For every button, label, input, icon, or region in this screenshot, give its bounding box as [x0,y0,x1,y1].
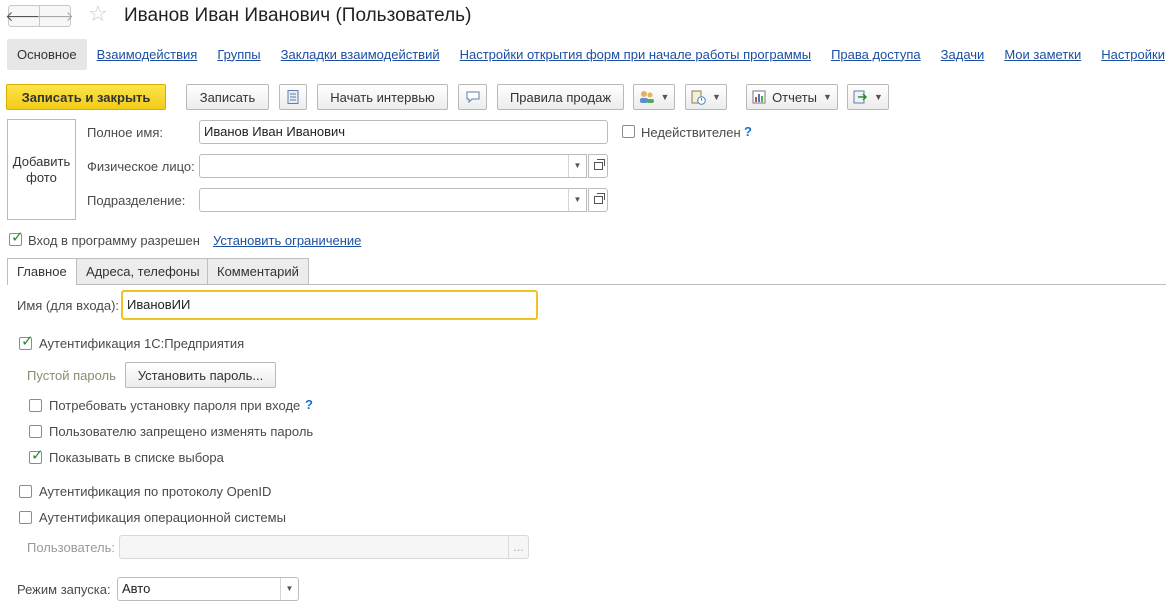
set-restriction-link[interactable]: Установить ограничение [213,233,361,248]
chevron-down-icon: ▼ [874,92,883,102]
set-password-button[interactable]: Установить пароль... [125,362,276,388]
users-icon [639,91,654,103]
department-field[interactable]: ▼ [199,188,587,212]
document-clock-icon [691,90,706,105]
users-menu-button[interactable]: ▼ [633,84,675,110]
launch-mode-select[interactable]: Авто ▼ [117,577,299,601]
open-window-icon [593,159,605,170]
print-menu-button[interactable]: ▼ [685,84,727,110]
chevron-down-icon: ▼ [712,92,721,102]
invalid-label: Недействителен [641,125,741,140]
os-user-field[interactable] [119,535,509,559]
empty-password-label: Пустой пароль [27,368,116,383]
require-password-checkbox[interactable] [29,399,42,412]
save-button[interactable]: Записать [186,84,269,110]
section-access-rights[interactable]: Права доступа [831,47,921,62]
section-form-settings[interactable]: Настройки открытия форм при начале работ… [460,47,811,62]
report-chart-icon [752,90,766,104]
reports-label: Отчеты [772,89,817,105]
arrow-right-icon: 🡒 [36,7,74,24]
section-groups[interactable]: Группы [217,47,260,62]
star-icon[interactable]: ☆ [88,3,108,25]
os-auth-label: Аутентификация операционной системы [39,510,286,525]
forbid-change-password-checkbox[interactable] [29,425,42,438]
sales-rules-button[interactable]: Правила продаж [497,84,624,110]
add-photo-button[interactable]: Добавить фото [7,119,76,220]
open-department-button[interactable] [588,188,608,212]
back-button[interactable]: 🡐 [5,5,43,27]
add-photo-label-line1: Добавить [12,153,71,169]
invalid-checkbox[interactable] [622,125,635,138]
chevron-down-icon[interactable]: ▼ [280,578,298,600]
tab-comment[interactable]: Комментарий [207,258,309,284]
openid-checkbox[interactable] [19,485,32,498]
auth-1c-checkbox[interactable]: ✓ [19,333,34,350]
checkmark-icon: ✓ [21,333,34,350]
help-icon[interactable]: ? [305,397,313,412]
section-bar: Основное Взаимодействия Группы Закладки … [7,38,1166,70]
login-name-field[interactable]: ИвановИИ [121,290,538,320]
section-notes[interactable]: Мои заметки [1004,47,1081,62]
more-actions-button[interactable]: ▼ [847,84,889,110]
tab-main[interactable]: Главное [7,258,77,285]
show-in-list-label: Показывать в списке выбора [49,450,224,465]
page-title: Иванов Иван Иванович (Пользователь) [124,5,472,26]
save-and-close-button[interactable]: Записать и закрыть [6,84,166,110]
launch-mode-label: Режим запуска: [17,582,111,597]
require-password-label: Потребовать установку пароля при входе [49,398,301,413]
section-interactions[interactable]: Взаимодействия [97,47,198,62]
os-auth-checkbox[interactable] [19,511,32,524]
open-window-icon [593,193,605,204]
full-name-field[interactable]: Иванов Иван Иванович [199,120,608,144]
forward-button[interactable]: 🡒 [36,5,74,27]
os-user-select-button[interactable]: ... [508,535,529,559]
section-main[interactable]: Основное [7,38,87,70]
checkmark-icon: ✓ [11,229,24,246]
chevron-down-icon[interactable]: ▼ [568,155,586,177]
export-icon [853,90,868,104]
forbid-change-password-label: Пользователю запрещено изменять пароль [49,424,314,439]
login-allowed-checkbox[interactable]: ✓ [9,229,24,246]
checkmark-icon: ✓ [31,447,44,464]
launch-mode-value: Авто [122,581,151,596]
individual-field[interactable]: ▼ [199,154,587,178]
tab-divider [7,284,1166,285]
speech-bubble-icon [466,91,479,103]
comment-button[interactable] [458,84,487,110]
start-interview-button[interactable]: Начать интервью [317,84,448,110]
chevron-down-icon[interactable]: ▼ [568,189,586,211]
auth-1c-label: Аутентификация 1С:Предприятия [39,336,245,351]
chevron-down-icon: ▼ [823,92,832,102]
open-individual-button[interactable] [588,154,608,178]
login-allowed-label: Вход в программу разрешен [28,233,200,248]
show-in-list-checkbox[interactable]: ✓ [29,447,44,464]
reports-menu-button[interactable]: Отчеты ▼ [746,84,838,110]
individual-label: Физическое лицо: [87,159,195,174]
tab-addresses[interactable]: Адреса, телефоны [76,258,210,284]
department-label: Подразделение: [87,193,186,208]
login-name-label: Имя (для входа): [17,298,120,313]
section-bookmarks[interactable]: Закладки взаимодействий [281,47,440,62]
chevron-down-icon: ▼ [660,92,670,102]
section-settings[interactable]: Настройки [1101,47,1165,62]
section-tasks[interactable]: Задачи [941,47,985,62]
full-name-label: Полное имя: [87,125,163,140]
add-photo-label-line2: фото [26,169,57,185]
openid-label: Аутентификация по протоколу OpenID [39,484,272,499]
help-icon[interactable]: ? [744,124,752,139]
list-icon [287,90,299,104]
document-list-button[interactable] [279,84,307,110]
os-user-label: Пользователь: [27,540,115,555]
